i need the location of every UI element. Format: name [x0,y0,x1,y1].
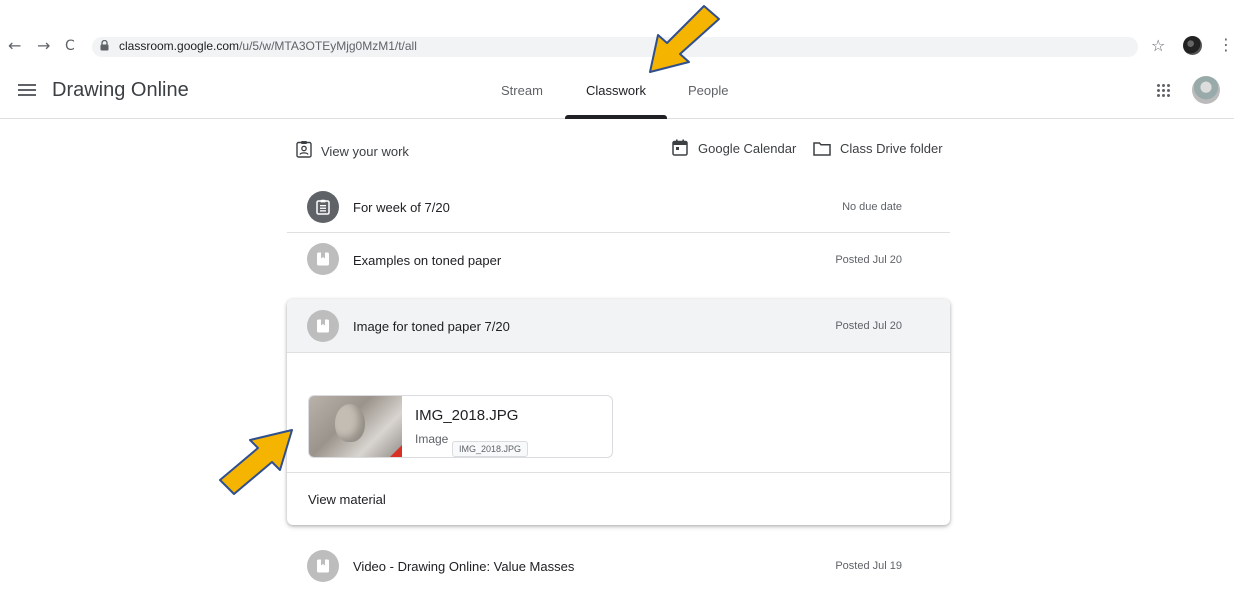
url-path: /u/5/w/MTA3OTEyMjg0MzM1/t/all [239,39,417,53]
list-item[interactable]: Examples on toned paper Posted Jul 20 [287,233,950,285]
browser-menu-icon[interactable]: ⋮ [1218,35,1234,54]
forward-arrow-icon[interactable]: → [37,36,50,56]
url-text[interactable]: classroom.google.com/u/5/w/MTA3OTEyMjg0M… [119,39,417,53]
browser-profile-icon[interactable] [1183,36,1202,55]
class-title[interactable]: Drawing Online [52,79,189,102]
filename-tooltip: IMG_2018.JPG [452,441,529,457]
avatar[interactable] [1192,76,1220,104]
divider [287,472,950,473]
calendar-icon [672,139,688,156]
item-date: Posted Jul 19 [835,560,902,572]
material-icon [307,243,339,275]
view-material-link[interactable]: View material [308,492,386,507]
google-calendar-label: Google Calendar [698,141,797,156]
item-date: Posted Jul 20 [835,254,902,266]
material-icon [307,310,339,342]
view-your-work-label: View your work [321,144,409,159]
reload-icon[interactable]: C [65,36,75,56]
attachment-name: IMG_2018.JPG [415,407,519,424]
item-title: Image for toned paper 7/20 [353,319,510,334]
tab-people[interactable]: People [688,83,728,98]
folder-icon [813,142,831,156]
item-title: Video - Drawing Online: Value Masses [353,559,575,574]
item-date: No due date [842,201,902,213]
lock-icon [100,40,109,51]
google-apps-icon[interactable] [1157,84,1171,98]
tab-classwork[interactable]: Classwork [586,83,646,98]
attachment-type: Image [415,432,449,446]
list-item[interactable]: For week of 7/20 No due date [287,180,950,232]
card-header[interactable]: Image for toned paper 7/20 Posted Jul 20 [287,299,950,353]
item-title: For week of 7/20 [353,200,450,215]
alien-figure-image [335,404,365,442]
class-drive-folder-label: Class Drive folder [840,141,943,156]
tab-stream[interactable]: Stream [501,83,543,98]
annotation-arrow-icon [219,429,293,495]
assignment-ind-icon [296,141,312,158]
annotation-arrow-icon [649,5,720,73]
active-tab-indicator [565,115,667,119]
bookmark-star-icon[interactable]: ☆ [1151,36,1165,55]
assignment-icon [307,191,339,223]
back-arrow-icon[interactable]: ← [8,36,21,56]
url-host: classroom.google.com [119,39,240,53]
material-icon [307,550,339,582]
app-header: Drawing Online Stream Classwork People [0,62,1234,119]
browser-toolbar: ← → C classroom.google.com/u/5/w/MTA3OTE… [0,0,1234,62]
expanded-material-card: Image for toned paper 7/20 Posted Jul 20… [287,299,950,525]
item-date: Posted Jul 20 [835,320,902,332]
attachment-thumbnail [309,396,402,457]
list-item[interactable]: Video - Drawing Online: Value Masses Pos… [287,540,950,591]
image-type-corner-icon [388,445,402,457]
hamburger-menu-icon[interactable] [18,84,36,96]
item-title: Examples on toned paper [353,253,502,268]
